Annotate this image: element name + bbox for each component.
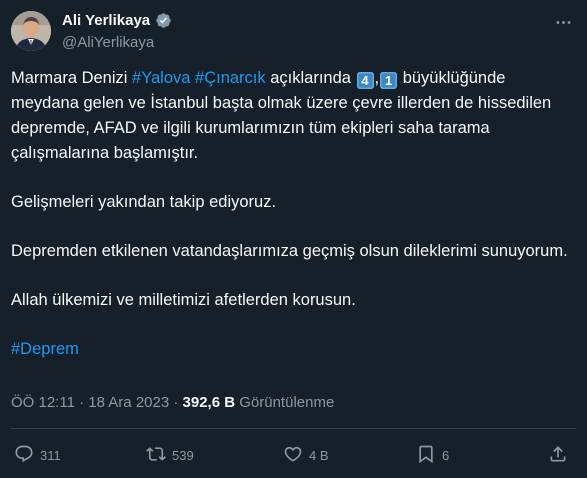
tweet-date[interactable]: 18 Ara 2023 — [88, 394, 169, 411]
more-options-icon[interactable] — [551, 10, 575, 34]
retweet-count: 539 — [172, 447, 194, 463]
author-handle[interactable]: @AliYerlikaya — [62, 34, 154, 51]
share-icon — [548, 444, 568, 467]
divider — [11, 428, 576, 429]
tweet-paragraph-2: Gelişmeleri yakından takip ediyoruz. — [11, 193, 277, 211]
tweet-meta: ÖÖ 12:11 · 18 Ara 2023 · 392,6 B Görüntü… — [11, 394, 334, 411]
share-button[interactable] — [548, 436, 568, 474]
retweet-button[interactable]: 539 — [146, 436, 194, 474]
verified-badge-icon[interactable] — [155, 12, 172, 29]
tweet-time[interactable]: ÖÖ 12:11 — [11, 394, 75, 411]
hashtag-deprem[interactable]: #Deprem — [11, 340, 79, 358]
meta-separator: · — [74, 394, 89, 411]
tweet-paragraph-4: Allah ülkemizi ve milletimizi afetlerden… — [11, 291, 356, 309]
bookmark-count: 6 — [442, 447, 450, 463]
like-count: 4 B — [309, 447, 329, 463]
text-segment: Marmara Denizi — [11, 69, 133, 87]
keycap-digit-one: 1 — [380, 72, 398, 89]
text-segment: açıklarında — [265, 69, 356, 87]
keycap-digit-four: 4 — [356, 72, 374, 89]
reply-icon — [14, 444, 34, 467]
views-label: Görüntülenme — [235, 394, 335, 411]
author-name-row: Ali Yerlikaya — [62, 12, 172, 29]
avatar[interactable] — [11, 11, 51, 51]
hashtag-yalova[interactable]: #Yalova — [132, 69, 190, 87]
meta-separator: · — [169, 394, 183, 411]
reply-count: 311 — [40, 447, 61, 463]
views-count: 392,6 B — [182, 394, 236, 411]
tweet-card: Ali Yerlikaya @AliYerlikaya Marmara Deni… — [0, 0, 587, 478]
bookmark-button[interactable]: 6 — [416, 436, 449, 474]
tweet-paragraph-3: Depremden etkilenen vatandaşlarımıza geç… — [11, 242, 568, 260]
tweet-paragraph-1: Marmara Denizi #Yalova #Çınarcık açıklar… — [11, 66, 576, 166]
like-button[interactable]: 4 B — [283, 436, 329, 474]
bookmark-icon — [416, 444, 436, 467]
author-display-name[interactable]: Ali Yerlikaya — [62, 12, 150, 29]
retweet-icon — [146, 444, 166, 467]
hashtag-cinarcik[interactable]: #Çınarcık — [195, 69, 266, 87]
action-bar: 311 539 4 B 6 — [0, 436, 587, 474]
tweet-text: Marmara Denizi #Yalova #Çınarcık açıklar… — [11, 66, 576, 362]
heart-icon — [283, 444, 303, 467]
reply-button[interactable]: 311 — [14, 436, 61, 474]
text-segment: , — [374, 69, 380, 87]
tweet-paragraph-5: #Deprem — [11, 337, 576, 362]
